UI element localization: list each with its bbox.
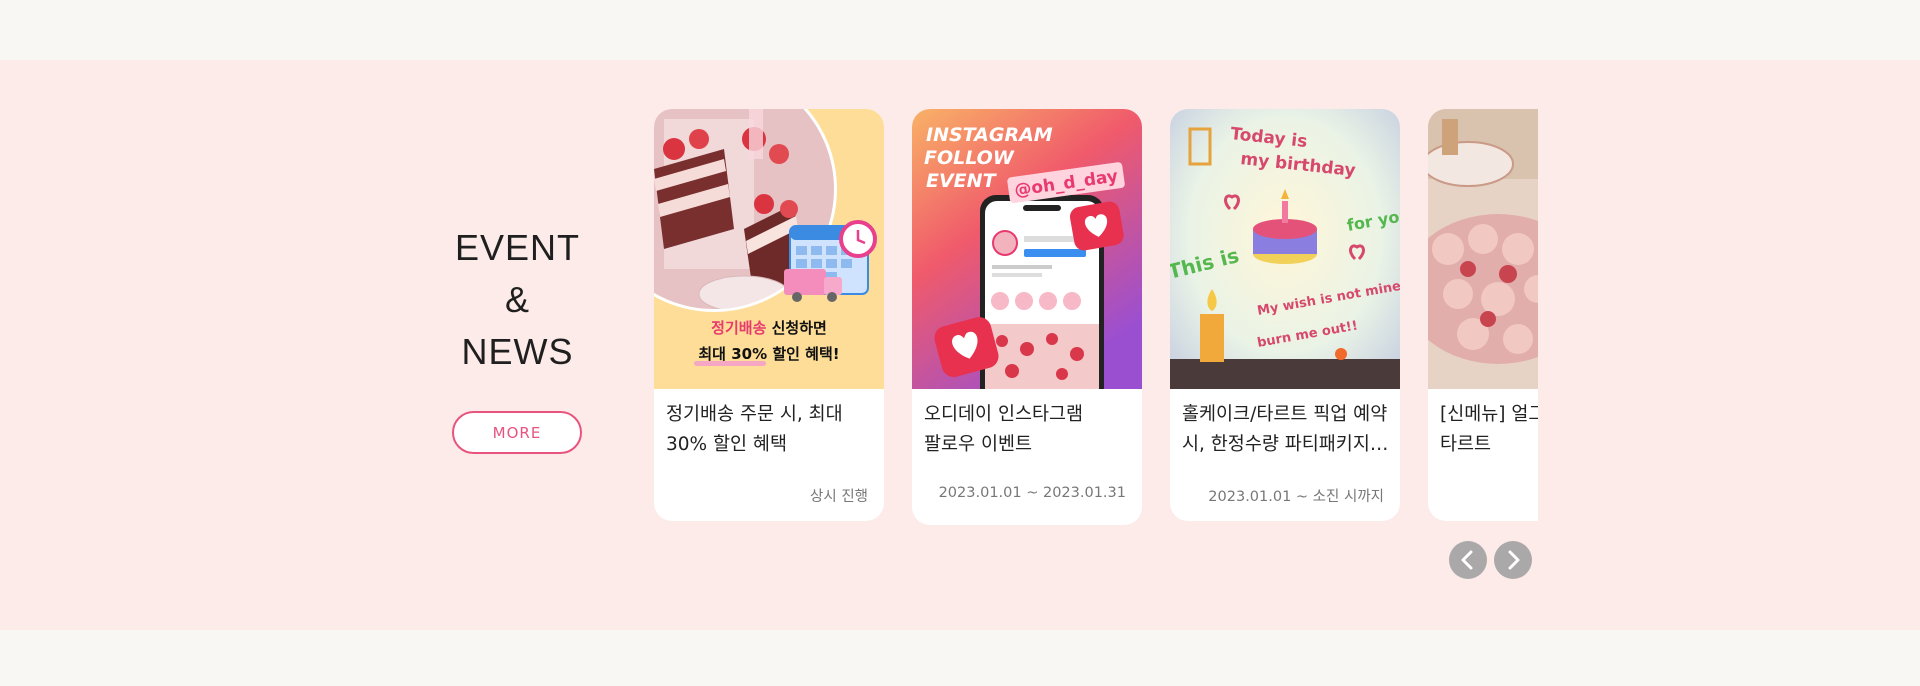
- carousel-next-button[interactable]: [1494, 541, 1532, 579]
- svg-text:정기배송 신청하면: 정기배송 신청하면: [711, 319, 827, 337]
- card-title: 정기배송 주문 시, 최대 30% 할인 혜택: [666, 404, 843, 455]
- image-caption-line2-rest: 할인 혜택!: [767, 345, 840, 363]
- svg-text:최대 30% 할인 혜택!: 최대 30% 할인 혜택!: [698, 345, 839, 363]
- heading-line-event: EVENT: [454, 227, 581, 268]
- image-caption-rest: 신청하면: [766, 319, 826, 337]
- card-title: [신메뉴] 얼그레이 케이크/타르트: [1440, 404, 1538, 455]
- chevron-left-icon: [1461, 550, 1473, 570]
- card-date: 2023.01.01 ~ 2023.01.31: [938, 485, 1126, 501]
- image-headline-3: EVENT: [926, 170, 998, 192]
- more-button[interactable]: MORE: [452, 411, 582, 454]
- card-title: 홀케이크/타르트 픽업 예약 시, 한정수량 파티패키지 증정: [1182, 404, 1388, 455]
- event-card-instagram[interactable]: INSTAGRAM FOLLOW EVENT @oh_d_day 오디데이 인스…: [912, 109, 1142, 525]
- card-date: 2023.01.01 ~ 소진 시까지: [1208, 489, 1384, 505]
- heading-line-ampersand: &: [504, 279, 530, 320]
- carousel-prev-button[interactable]: [1449, 541, 1487, 579]
- event-image-party-package: Today is my birthday This is for you My …: [1170, 109, 1400, 389]
- event-card-subscription[interactable]: 정기배송 신청하면 최대 30% 할인 혜택! 정기배송 주문 시, 최대 30…: [654, 109, 884, 521]
- image-headline-2: FOLLOW: [924, 147, 1015, 169]
- card-date: 상시 진행: [810, 489, 868, 505]
- event-image-instagram: INSTAGRAM FOLLOW EVENT @oh_d_day: [912, 109, 1142, 389]
- event-card-new-menu[interactable]: [신메뉴] 얼그레이 케이크/타르트: [1428, 109, 1538, 521]
- event-card-party-package[interactable]: Today is my birthday This is for you My …: [1170, 109, 1400, 521]
- chevron-right-icon: [1508, 550, 1520, 570]
- image-caption-bold: 최대 30%: [698, 345, 767, 363]
- card-title: 오디데이 인스타그램 팔로우 이벤트: [924, 404, 1084, 455]
- image-headline-1: INSTAGRAM: [926, 124, 1053, 146]
- event-image-subscription: 정기배송 신청하면 최대 30% 할인 혜택!: [654, 109, 884, 389]
- event-image-new-menu: [1428, 109, 1538, 389]
- heading-line-news: NEWS: [461, 331, 574, 372]
- event-carousel[interactable]: 정기배송 신청하면 최대 30% 할인 혜택! 정기배송 주문 시, 최대 30…: [654, 109, 1538, 529]
- image-caption-highlight: 정기배송: [711, 319, 766, 337]
- section-heading: EVENT & NEWS: [440, 222, 595, 378]
